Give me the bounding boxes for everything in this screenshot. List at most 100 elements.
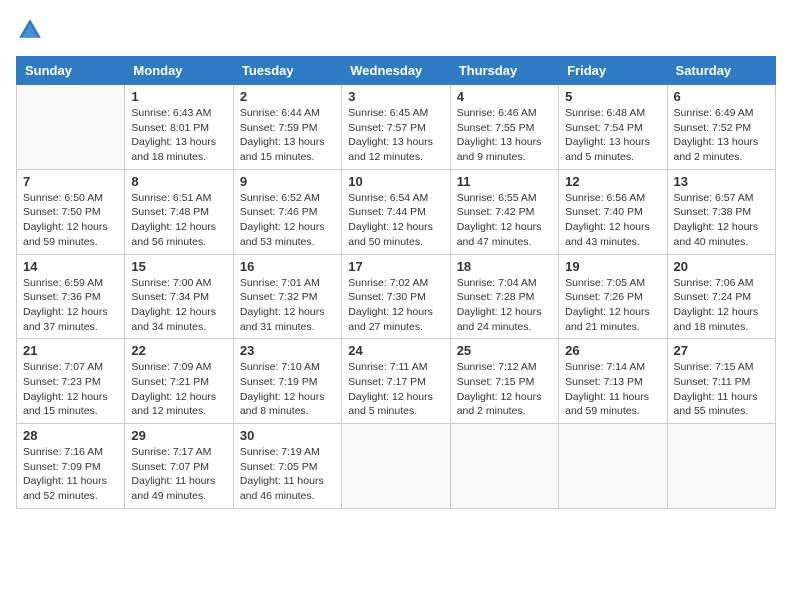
day-number: 16 [240, 259, 335, 274]
day-info: Sunrise: 6:56 AM Sunset: 7:40 PM Dayligh… [565, 191, 660, 250]
day-info: Sunrise: 7:11 AM Sunset: 7:17 PM Dayligh… [348, 360, 443, 419]
day-info: Sunrise: 7:19 AM Sunset: 7:05 PM Dayligh… [240, 445, 335, 504]
day-number: 2 [240, 89, 335, 104]
day-number: 20 [674, 259, 769, 274]
calendar-cell: 24 Sunrise: 7:11 AM Sunset: 7:17 PM Dayli… [342, 339, 450, 424]
weekday-header-row: SundayMondayTuesdayWednesdayThursdayFrid… [17, 57, 776, 85]
calendar-cell: 16 Sunrise: 7:01 AM Sunset: 7:32 PM Dayli… [233, 254, 341, 339]
weekday-header-monday: Monday [125, 57, 233, 85]
calendar-cell: 27 Sunrise: 7:15 AM Sunset: 7:11 PM Dayli… [667, 339, 775, 424]
day-info: Sunrise: 6:48 AM Sunset: 7:54 PM Dayligh… [565, 106, 660, 165]
day-number: 4 [457, 89, 552, 104]
day-number: 8 [131, 174, 226, 189]
calendar-week-row: 7 Sunrise: 6:50 AM Sunset: 7:50 PM Daylig… [17, 169, 776, 254]
day-info: Sunrise: 6:49 AM Sunset: 7:52 PM Dayligh… [674, 106, 769, 165]
day-number: 9 [240, 174, 335, 189]
day-info: Sunrise: 6:43 AM Sunset: 8:01 PM Dayligh… [131, 106, 226, 165]
weekday-header-wednesday: Wednesday [342, 57, 450, 85]
weekday-header-friday: Friday [559, 57, 667, 85]
day-number: 7 [23, 174, 118, 189]
page-header [16, 16, 776, 44]
day-info: Sunrise: 7:04 AM Sunset: 7:28 PM Dayligh… [457, 276, 552, 335]
weekday-header-tuesday: Tuesday [233, 57, 341, 85]
calendar-cell: 10 Sunrise: 6:54 AM Sunset: 7:44 PM Dayli… [342, 169, 450, 254]
day-info: Sunrise: 7:05 AM Sunset: 7:26 PM Dayligh… [565, 276, 660, 335]
day-number: 29 [131, 428, 226, 443]
day-info: Sunrise: 7:16 AM Sunset: 7:09 PM Dayligh… [23, 445, 118, 504]
calendar-cell: 17 Sunrise: 7:02 AM Sunset: 7:30 PM Dayli… [342, 254, 450, 339]
calendar-cell: 7 Sunrise: 6:50 AM Sunset: 7:50 PM Daylig… [17, 169, 125, 254]
day-number: 15 [131, 259, 226, 274]
day-info: Sunrise: 6:55 AM Sunset: 7:42 PM Dayligh… [457, 191, 552, 250]
calendar-cell: 11Sunrise: 6:55 AM Sunset: 7:42 PM Dayli… [450, 169, 558, 254]
calendar-cell: 13 Sunrise: 6:57 AM Sunset: 7:38 PM Dayli… [667, 169, 775, 254]
calendar-cell: 29 Sunrise: 7:17 AM Sunset: 7:07 PM Dayli… [125, 424, 233, 509]
calendar-cell: 8 Sunrise: 6:51 AM Sunset: 7:48 PM Daylig… [125, 169, 233, 254]
day-info: Sunrise: 7:15 AM Sunset: 7:11 PM Dayligh… [674, 360, 769, 419]
day-number: 25 [457, 343, 552, 358]
day-number: 18 [457, 259, 552, 274]
day-number: 3 [348, 89, 443, 104]
calendar-week-row: 21 Sunrise: 7:07 AM Sunset: 7:23 PM Dayli… [17, 339, 776, 424]
day-info: Sunrise: 7:02 AM Sunset: 7:30 PM Dayligh… [348, 276, 443, 335]
day-info: Sunrise: 6:44 AM Sunset: 7:59 PM Dayligh… [240, 106, 335, 165]
calendar-week-row: 28 Sunrise: 7:16 AM Sunset: 7:09 PM Dayli… [17, 424, 776, 509]
day-number: 24 [348, 343, 443, 358]
day-info: Sunrise: 6:59 AM Sunset: 7:36 PM Dayligh… [23, 276, 118, 335]
weekday-header-thursday: Thursday [450, 57, 558, 85]
day-info: Sunrise: 7:09 AM Sunset: 7:21 PM Dayligh… [131, 360, 226, 419]
day-info: Sunrise: 7:07 AM Sunset: 7:23 PM Dayligh… [23, 360, 118, 419]
day-number: 19 [565, 259, 660, 274]
day-info: Sunrise: 6:51 AM Sunset: 7:48 PM Dayligh… [131, 191, 226, 250]
calendar-cell: 23 Sunrise: 7:10 AM Sunset: 7:19 PM Dayli… [233, 339, 341, 424]
calendar-cell: 6 Sunrise: 6:49 AM Sunset: 7:52 PM Daylig… [667, 85, 775, 170]
calendar-cell: 1 Sunrise: 6:43 AM Sunset: 8:01 PM Daylig… [125, 85, 233, 170]
day-number: 23 [240, 343, 335, 358]
day-number: 27 [674, 343, 769, 358]
day-number: 26 [565, 343, 660, 358]
calendar-cell: 22Sunrise: 7:09 AM Sunset: 7:21 PM Dayli… [125, 339, 233, 424]
day-info: Sunrise: 6:50 AM Sunset: 7:50 PM Dayligh… [23, 191, 118, 250]
calendar-cell: 25 Sunrise: 7:12 AM Sunset: 7:15 PM Dayli… [450, 339, 558, 424]
day-number: 13 [674, 174, 769, 189]
calendar-cell: 2 Sunrise: 6:44 AM Sunset: 7:59 PM Daylig… [233, 85, 341, 170]
day-info: Sunrise: 6:45 AM Sunset: 7:57 PM Dayligh… [348, 106, 443, 165]
day-number: 21 [23, 343, 118, 358]
day-info: Sunrise: 7:10 AM Sunset: 7:19 PM Dayligh… [240, 360, 335, 419]
calendar-cell [450, 424, 558, 509]
day-info: Sunrise: 6:54 AM Sunset: 7:44 PM Dayligh… [348, 191, 443, 250]
calendar-cell: 30 Sunrise: 7:19 AM Sunset: 7:05 PM Dayli… [233, 424, 341, 509]
day-info: Sunrise: 6:57 AM Sunset: 7:38 PM Dayligh… [674, 191, 769, 250]
calendar-week-row: 1 Sunrise: 6:43 AM Sunset: 8:01 PM Daylig… [17, 85, 776, 170]
weekday-header-sunday: Sunday [17, 57, 125, 85]
day-info: Sunrise: 7:06 AM Sunset: 7:24 PM Dayligh… [674, 276, 769, 335]
calendar-cell [17, 85, 125, 170]
calendar-cell: 12 Sunrise: 6:56 AM Sunset: 7:40 PM Dayli… [559, 169, 667, 254]
calendar-cell: 19 Sunrise: 7:05 AM Sunset: 7:26 PM Dayli… [559, 254, 667, 339]
day-number: 30 [240, 428, 335, 443]
calendar-cell: 3 Sunrise: 6:45 AM Sunset: 7:57 PM Daylig… [342, 85, 450, 170]
logo-icon [16, 16, 44, 44]
day-number: 5 [565, 89, 660, 104]
day-info: Sunrise: 7:14 AM Sunset: 7:13 PM Dayligh… [565, 360, 660, 419]
day-number: 10 [348, 174, 443, 189]
day-info: Sunrise: 7:00 AM Sunset: 7:34 PM Dayligh… [131, 276, 226, 335]
day-number: 1 [131, 89, 226, 104]
calendar-cell [342, 424, 450, 509]
calendar-cell: 14 Sunrise: 6:59 AM Sunset: 7:36 PM Dayli… [17, 254, 125, 339]
calendar-cell: 4Sunrise: 6:46 AM Sunset: 7:55 PM Daylig… [450, 85, 558, 170]
calendar-cell: 20 Sunrise: 7:06 AM Sunset: 7:24 PM Dayli… [667, 254, 775, 339]
day-number: 14 [23, 259, 118, 274]
day-number: 6 [674, 89, 769, 104]
day-number: 28 [23, 428, 118, 443]
day-info: Sunrise: 7:12 AM Sunset: 7:15 PM Dayligh… [457, 360, 552, 419]
calendar-cell: 15 Sunrise: 7:00 AM Sunset: 7:34 PM Dayli… [125, 254, 233, 339]
calendar-cell: 28 Sunrise: 7:16 AM Sunset: 7:09 PM Dayli… [17, 424, 125, 509]
calendar-cell [667, 424, 775, 509]
day-info: Sunrise: 7:17 AM Sunset: 7:07 PM Dayligh… [131, 445, 226, 504]
calendar-cell: 9Sunrise: 6:52 AM Sunset: 7:46 PM Daylig… [233, 169, 341, 254]
day-info: Sunrise: 7:01 AM Sunset: 7:32 PM Dayligh… [240, 276, 335, 335]
calendar-cell [559, 424, 667, 509]
day-number: 17 [348, 259, 443, 274]
day-number: 12 [565, 174, 660, 189]
